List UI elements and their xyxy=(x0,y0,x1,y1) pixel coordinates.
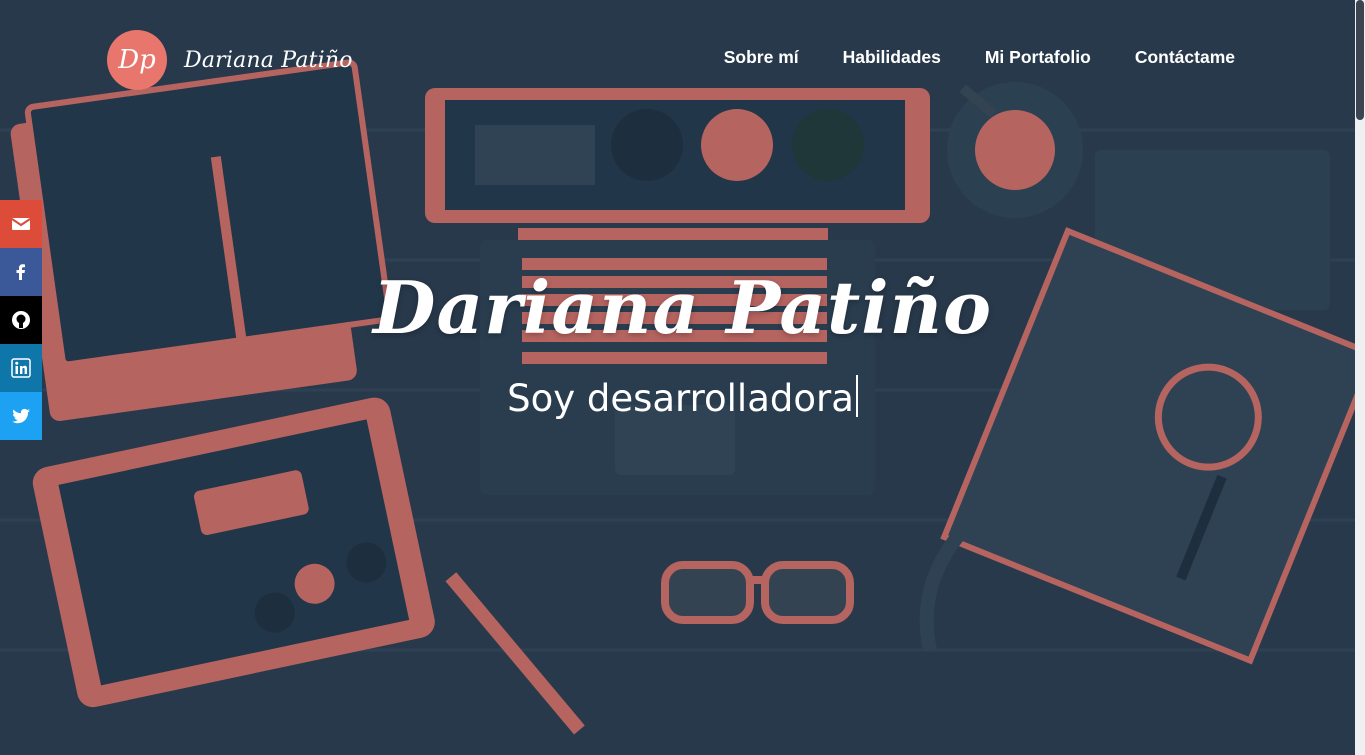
scrollbar-thumb[interactable] xyxy=(1356,0,1364,120)
hero-subtitle-text: Soy desarrolladora xyxy=(507,377,854,420)
nav-item-sobre-mi[interactable]: Sobre mí xyxy=(724,47,799,68)
email-icon xyxy=(11,218,31,230)
main-nav: Sobre mí Habilidades Mi Portafolio Contá… xyxy=(724,47,1235,68)
typing-cursor xyxy=(855,375,858,417)
logo[interactable]: Dp xyxy=(107,30,167,90)
nav-item-contactame[interactable]: Contáctame xyxy=(1135,47,1235,68)
email-button[interactable] xyxy=(0,200,42,248)
hero-title: Dariana Patiño xyxy=(373,265,992,350)
hero-subtitle: Soy desarrolladora xyxy=(0,375,1365,420)
nav-item-portafolio[interactable]: Mi Portafolio xyxy=(985,47,1091,68)
nav-item-habilidades[interactable]: Habilidades xyxy=(843,47,941,68)
brand-name[interactable]: Dariana Patiño xyxy=(184,48,353,73)
brand[interactable]: Dp Dariana Patiño xyxy=(107,30,353,90)
